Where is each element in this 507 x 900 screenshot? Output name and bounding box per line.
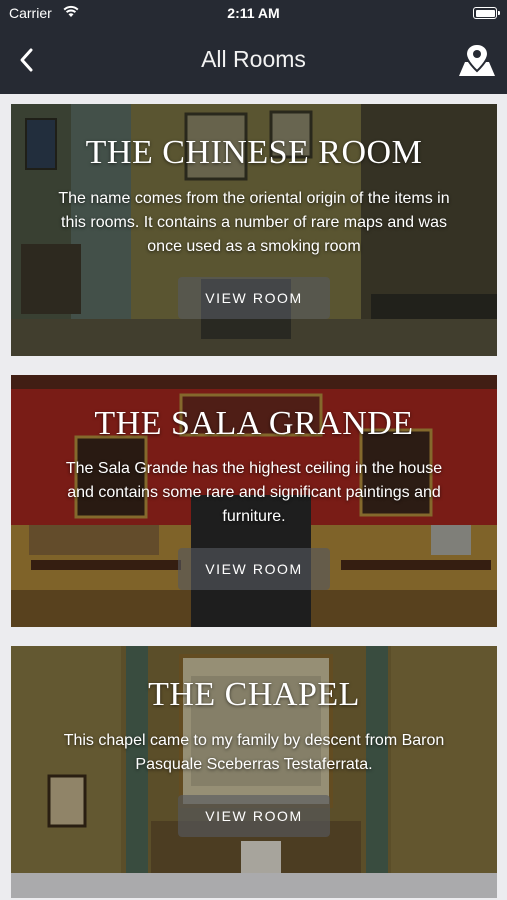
room-title: THE CHINESE ROOM [85, 134, 423, 171]
nav-bar: All Rooms [0, 28, 507, 94]
room-description: The Sala Grande has the highest ceiling … [65, 460, 443, 525]
clock: 2:11 AM [227, 5, 280, 21]
room-description: This chapel came to my family by descent… [63, 732, 445, 773]
battery-icon [473, 7, 500, 19]
room-description: The name comes from the oriental origin … [58, 190, 450, 255]
status-bar: Carrier 2:11 AM [0, 0, 507, 28]
page-title: All Rooms [201, 46, 306, 72]
room-card-sala-grande[interactable]: THE SALA GRANDE The Sala Grande has the … [11, 375, 497, 627]
view-room-button[interactable]: VIEW ROOM [178, 548, 330, 590]
room-card-chinese-room[interactable]: THE CHINESE ROOM The name comes from the… [11, 104, 497, 356]
map-pin-icon[interactable] [457, 42, 497, 78]
room-title: THE CHAPEL [148, 676, 360, 713]
view-room-button[interactable]: VIEW ROOM [178, 795, 330, 837]
room-card-chapel[interactable]: THE CHAPEL This chapel came to my family… [11, 646, 497, 898]
view-room-button[interactable]: VIEW ROOM [178, 277, 330, 319]
room-title: THE SALA GRANDE [94, 405, 414, 442]
